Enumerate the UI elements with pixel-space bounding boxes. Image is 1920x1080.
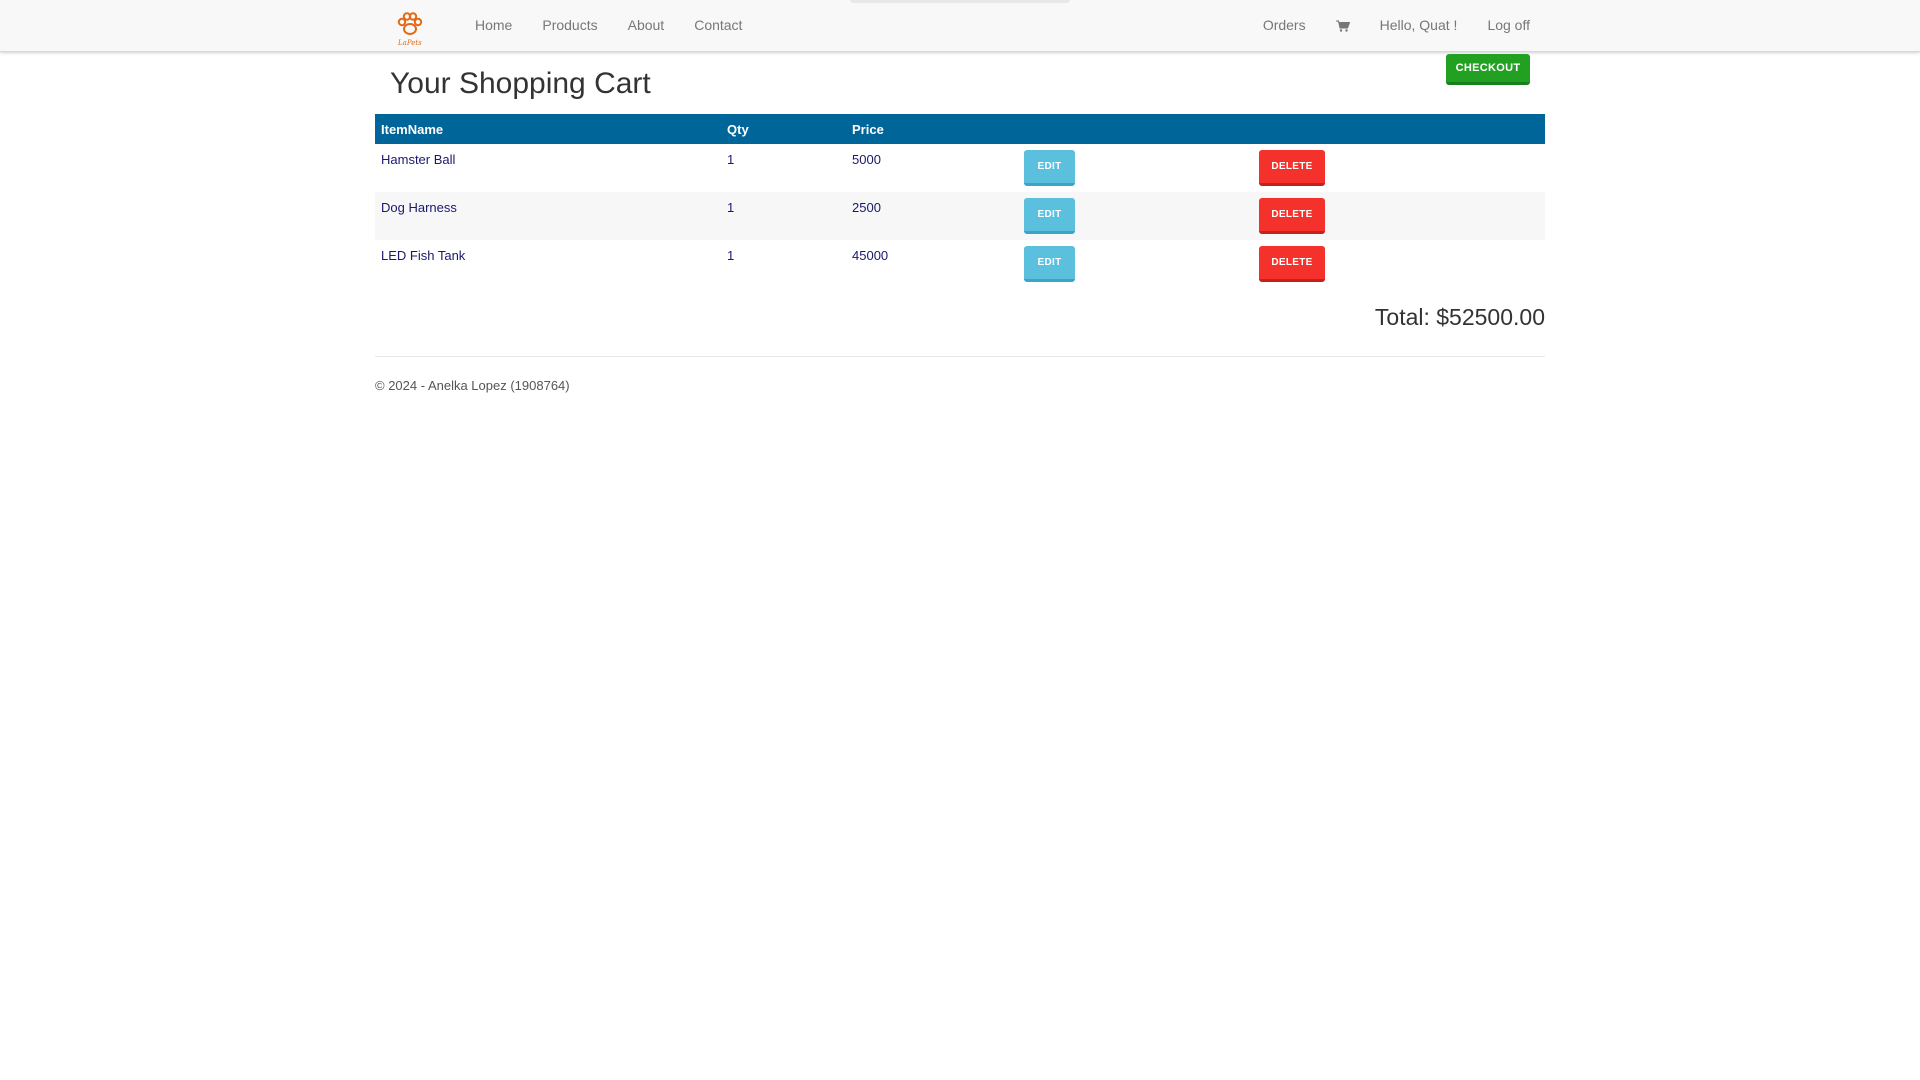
- account-nav: Orders Hello, Quat ! Log off: [1248, 0, 1545, 51]
- nav-about[interactable]: About: [613, 0, 680, 51]
- edit-button[interactable]: EDIT: [1024, 246, 1075, 282]
- shopping-cart-icon: [1335, 20, 1350, 32]
- navbar-container: LaPets Home Products About Contact Order…: [375, 0, 1545, 51]
- nav-cart[interactable]: [1321, 0, 1365, 51]
- cart-table: ItemName Qty Price Hamster Ball 1 5000 E…: [375, 114, 1545, 288]
- delete-button[interactable]: DELETE: [1259, 198, 1325, 234]
- edit-button[interactable]: EDIT: [1024, 198, 1075, 234]
- checkout-button[interactable]: CHECKOUT: [1446, 54, 1530, 85]
- item-price: 2500: [852, 200, 881, 215]
- item-qty: 1: [727, 200, 735, 215]
- header-delete: [1253, 114, 1545, 144]
- table-header-row: ItemName Qty Price: [375, 114, 1545, 144]
- delete-button[interactable]: DELETE: [1259, 150, 1325, 186]
- page-title: Your Shopping Cart: [390, 67, 651, 100]
- nav-orders[interactable]: Orders: [1248, 0, 1321, 51]
- cart-total: Total: $52500.00: [1374, 304, 1545, 330]
- nav-contact[interactable]: Contact: [679, 0, 757, 51]
- table-row: Dog Harness 1 2500 EDIT DELETE: [375, 192, 1545, 240]
- nav-logoff[interactable]: Log off: [1472, 0, 1545, 51]
- primary-nav: Home Products About Contact: [460, 0, 757, 51]
- header-edit: [1018, 114, 1253, 144]
- item-price: 45000: [852, 248, 889, 263]
- header-item-name: ItemName: [381, 121, 444, 137]
- nav-greeting[interactable]: Hello, Quat !: [1365, 0, 1473, 51]
- item-name: Hamster Ball: [381, 152, 456, 167]
- footer-copyright: © 2024 - Anelka Lopez (1908764): [375, 378, 570, 393]
- table-row: LED Fish Tank 1 45000 EDIT DELETE: [375, 240, 1545, 288]
- nav-home[interactable]: Home: [460, 0, 527, 51]
- item-name: LED Fish Tank: [381, 248, 466, 263]
- paw-icon: [397, 12, 423, 35]
- brand-text: LaPets: [398, 39, 422, 47]
- item-price: 5000: [852, 152, 881, 167]
- header-price: Price: [852, 121, 884, 137]
- table-row: Hamster Ball 1 5000 EDIT DELETE: [375, 144, 1545, 192]
- edit-button[interactable]: EDIT: [1024, 150, 1075, 186]
- item-qty: 1: [727, 248, 735, 263]
- item-name: Dog Harness: [381, 200, 457, 215]
- footer-divider: [375, 356, 1545, 357]
- delete-button[interactable]: DELETE: [1259, 246, 1325, 282]
- item-qty: 1: [727, 152, 735, 167]
- header-qty: Qty: [727, 121, 749, 137]
- nav-products[interactable]: Products: [527, 0, 612, 51]
- top-navbar: LaPets Home Products About Contact Order…: [0, 0, 1920, 52]
